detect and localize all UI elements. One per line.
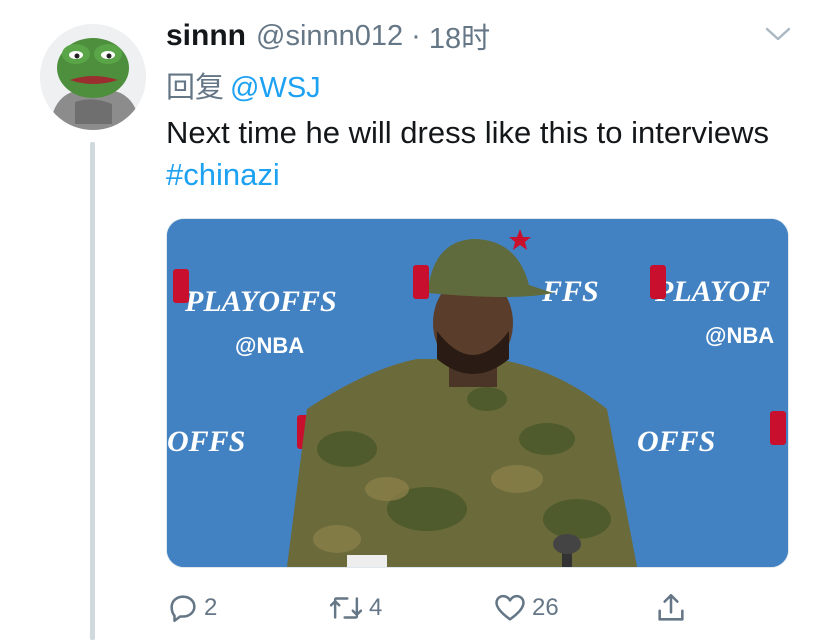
backdrop-text-1: PLAYOFFS bbox=[184, 285, 337, 318]
hashtag-link[interactable]: #chinazi bbox=[166, 157, 280, 192]
frog-avatar-image bbox=[40, 24, 146, 130]
tweet-actions: 2 4 26 bbox=[0, 586, 827, 630]
retweet-count: 4 bbox=[369, 594, 383, 621]
tweet-image[interactable]: PLAYOFFS @NBA FFS OFFS OFFS PLAYOF @NBA bbox=[166, 218, 789, 568]
like-count: 26 bbox=[532, 594, 559, 621]
reply-mention[interactable]: @WSJ bbox=[230, 72, 321, 104]
reply-context: 回复 @WSJ bbox=[166, 64, 321, 106]
backdrop-text-5: OFFS bbox=[637, 425, 715, 458]
backdrop-text-4: OFFS bbox=[167, 425, 245, 458]
like-action[interactable]: 26 bbox=[492, 586, 559, 630]
tweet-text: Next time he will dress like this to int… bbox=[166, 112, 786, 196]
thread-line bbox=[90, 142, 95, 640]
heart-icon bbox=[495, 594, 525, 621]
retweet-action[interactable]: 4 bbox=[327, 586, 382, 630]
backdrop-text-7: @NBA bbox=[705, 323, 774, 348]
share-icon bbox=[658, 593, 684, 621]
backdrop-text-6: PLAYOF bbox=[654, 275, 770, 308]
avatar[interactable] bbox=[40, 24, 146, 130]
tweet-header: sinnn @sinnn012 · 18时 bbox=[166, 15, 490, 57]
reply-count: 2 bbox=[204, 594, 218, 621]
backdrop-text-3: FFS bbox=[541, 275, 599, 308]
tweet-body: Next time he will dress like this to int… bbox=[166, 115, 769, 150]
backdrop-text-2: @NBA bbox=[235, 333, 304, 358]
separator-dot: · bbox=[411, 19, 421, 52]
retweet-icon bbox=[329, 597, 363, 619]
press-conference-photo: PLAYOFFS @NBA FFS OFFS OFFS PLAYOF @NBA bbox=[167, 219, 788, 567]
reply-icon bbox=[170, 595, 196, 623]
share-action[interactable] bbox=[654, 586, 692, 630]
reply-action[interactable]: 2 bbox=[166, 586, 217, 630]
user-handle[interactable]: @sinnn012 bbox=[256, 20, 403, 53]
timestamp[interactable]: 18时 bbox=[429, 15, 490, 57]
display-name[interactable]: sinnn bbox=[166, 19, 246, 53]
chevron-down-icon[interactable] bbox=[763, 24, 793, 44]
reply-prefix: 回复 bbox=[166, 72, 225, 104]
